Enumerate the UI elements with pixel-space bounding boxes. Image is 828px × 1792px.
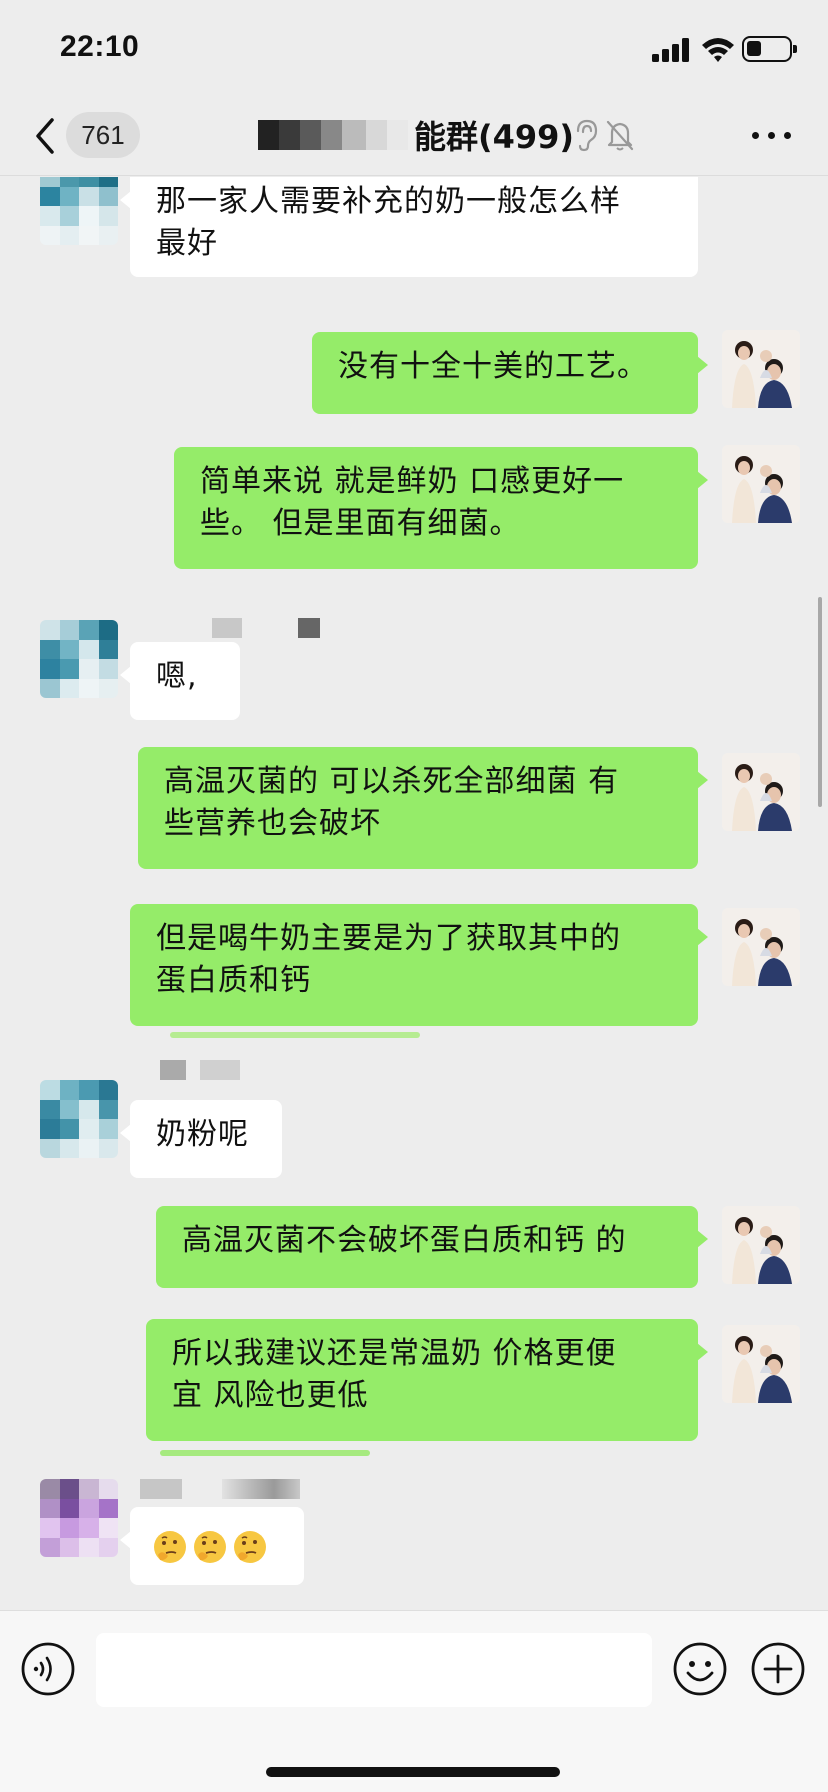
redacted-sender-name <box>222 1479 300 1499</box>
message-bubble-incoming[interactable] <box>120 1507 304 1585</box>
message-bubble-incoming[interactable]: 那一家人需要补充的奶一般怎么样 最好 <box>120 177 698 277</box>
my-avatar[interactable] <box>722 445 800 523</box>
message-text: 高温灭菌的 可以杀死全部细菌 有 些营养也会破坏 <box>164 764 620 841</box>
thinking-face-icon <box>154 1530 186 1563</box>
more-icon[interactable] <box>752 132 792 142</box>
message-bubble-outgoing[interactable]: 没有十全十美的工艺。 <box>312 332 708 414</box>
message-bubble-incoming[interactable]: 奶粉呢 <box>120 1100 282 1178</box>
redacted-sender-name <box>298 618 320 638</box>
my-avatar[interactable] <box>722 1206 800 1284</box>
sender-avatar[interactable] <box>40 177 118 245</box>
redacted-sender-name <box>212 618 242 638</box>
add-icon[interactable] <box>750 1641 806 1697</box>
mute-bell-icon <box>606 120 634 151</box>
home-indicator <box>266 1767 560 1777</box>
my-avatar[interactable] <box>722 753 800 831</box>
message-bubble-outgoing[interactable]: 所以我建议还是常温奶 价格更便 宜 风险也更低 <box>146 1319 708 1441</box>
scrollbar[interactable] <box>818 597 822 807</box>
redacted-title-part <box>258 120 408 150</box>
ear-icon <box>576 119 598 152</box>
sender-avatar[interactable] <box>40 1479 118 1557</box>
sender-avatar[interactable] <box>40 620 118 698</box>
chat-title-group[interactable]: 能群(499) <box>258 110 574 160</box>
back-icon[interactable] <box>32 116 60 156</box>
my-avatar[interactable] <box>722 1325 800 1403</box>
message-text: 所以我建议还是常温奶 价格更便 宜 风险也更低 <box>172 1336 617 1413</box>
voice-icon[interactable] <box>20 1641 76 1697</box>
message-input[interactable] <box>96 1633 652 1707</box>
message-list[interactable]: 那一家人需要补充的奶一般怎么样 最好 没有十全十美的工艺。 简单来说 就是鲜奶 … <box>0 177 828 1610</box>
partial-bubble-edge <box>170 1032 420 1038</box>
message-bubble-outgoing[interactable]: 高温灭菌的 可以杀死全部细菌 有 些营养也会破坏 <box>138 747 708 869</box>
input-bar <box>0 1610 828 1792</box>
sender-avatar[interactable] <box>40 1080 118 1158</box>
battery-icon <box>742 36 797 62</box>
status-time: 22:10 <box>60 30 140 63</box>
message-text: 高温灭菌不会破坏蛋白质和钙 的 <box>182 1223 627 1258</box>
my-avatar[interactable] <box>722 908 800 986</box>
thinking-face-icon <box>194 1530 226 1563</box>
message-text: 嗯, <box>156 659 198 694</box>
message-bubble-incoming[interactable]: 嗯, <box>120 642 240 720</box>
message-text: 奶粉呢 <box>156 1117 249 1152</box>
chat-title: 能群(499) <box>414 118 575 156</box>
status-bar: 22:10 <box>0 0 828 96</box>
message-text: 没有十全十美的工艺。 <box>338 349 648 384</box>
message-text: 简单来说 就是鲜奶 口感更好一 些。 但是里面有细菌。 <box>200 464 625 541</box>
redacted-sender-name <box>140 1479 182 1499</box>
cellular-signal-icon <box>652 38 692 62</box>
redacted-sender-name <box>160 1060 186 1080</box>
unread-count-badge[interactable]: 761 <box>66 112 140 158</box>
redacted-sender-name <box>200 1060 240 1080</box>
message-bubble-outgoing[interactable]: 但是喝牛奶主要是为了获取其中的 蛋白质和钙 <box>130 904 708 1026</box>
emoji-icon[interactable] <box>672 1641 728 1697</box>
message-text: 但是喝牛奶主要是为了获取其中的 蛋白质和钙 <box>156 921 621 998</box>
my-avatar[interactable] <box>722 330 800 408</box>
thinking-face-icon <box>234 1530 266 1563</box>
message-text: 那一家人需要补充的奶一般怎么样 最好 <box>156 184 621 261</box>
partial-bubble-edge <box>160 1450 370 1456</box>
wifi-icon <box>702 38 734 62</box>
chat-header: 761 能群(499) <box>0 96 828 176</box>
message-bubble-outgoing[interactable]: 高温灭菌不会破坏蛋白质和钙 的 <box>156 1206 708 1288</box>
message-bubble-outgoing[interactable]: 简单来说 就是鲜奶 口感更好一 些。 但是里面有细菌。 <box>174 447 708 569</box>
